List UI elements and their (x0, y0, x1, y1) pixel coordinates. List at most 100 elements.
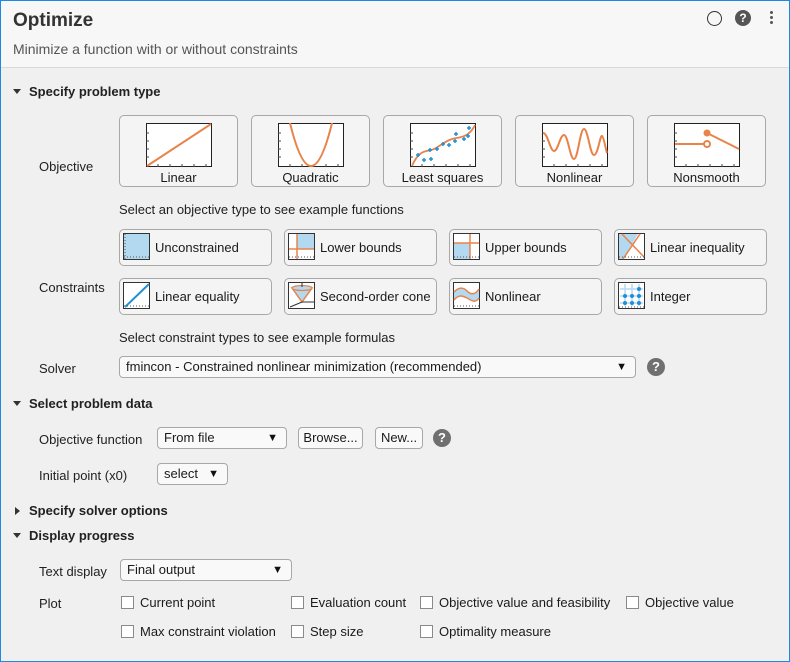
constraint-nonlinear-button[interactable]: Nonlinear (449, 278, 602, 315)
solver-help-icon[interactable]: ? (647, 358, 665, 376)
section-specify-solver-options[interactable]: Specify solver options (13, 503, 168, 518)
section-title: Select problem data (29, 396, 153, 411)
chevron-down-icon: ▼ (267, 432, 278, 444)
collapse-triangle-icon (13, 533, 21, 538)
constraint-linear-inequality-button[interactable]: Linear inequality (614, 229, 767, 266)
checkbox-label: Step size (310, 624, 364, 639)
objective-function-value: From file (164, 430, 215, 445)
checkbox-box[interactable] (291, 625, 304, 638)
checkbox-box[interactable] (420, 596, 433, 609)
objective-nonlinear-label: Nonlinear (546, 170, 603, 185)
text-display-value: Final output (127, 562, 195, 577)
nonsmooth-plot-icon (674, 123, 740, 167)
constraint-unconstrained-button[interactable]: Unconstrained (119, 229, 272, 266)
solver-label: Solver (39, 361, 76, 376)
solver-dropdown[interactable]: fmincon - Constrained nonlinear minimiza… (119, 356, 636, 378)
panel-title: Optimize (13, 10, 94, 31)
constraint-integer-button[interactable]: Integer (614, 278, 767, 315)
initial-point-dropdown[interactable]: select ▼ (157, 463, 228, 485)
chevron-down-icon: ▼ (616, 361, 627, 373)
checkbox-box[interactable] (420, 625, 433, 638)
plot-objective-value-checkbox[interactable]: Objective value (626, 595, 734, 610)
plot-label: Plot (39, 596, 62, 611)
constraint-second-order-cone-label: Second-order cone (320, 289, 431, 304)
least-squares-plot-icon (410, 123, 476, 167)
checkbox-label: Max constraint violation (140, 624, 276, 639)
checkbox-box[interactable] (291, 596, 304, 609)
objective-least-squares-label: Least squares (401, 170, 484, 185)
checkbox-box[interactable] (121, 596, 134, 609)
constraint-lower-bounds-button[interactable]: Lower bounds (284, 229, 437, 266)
collapse-triangle-icon (13, 89, 21, 94)
constraints-label: Constraints (39, 280, 105, 295)
unconstrained-icon (123, 233, 150, 260)
second-order-cone-icon (288, 282, 315, 309)
lower-bounds-icon (288, 233, 315, 260)
browse-button[interactable]: Browse... (298, 427, 363, 449)
upper-bounds-icon (453, 233, 480, 260)
linear-equality-icon (123, 282, 150, 309)
text-display-label: Text display (39, 564, 107, 579)
objective-linear-label: Linear (160, 170, 197, 185)
plot-current-point-checkbox[interactable]: Current point (121, 595, 215, 610)
more-options-icon[interactable] (763, 10, 779, 26)
status-circle-icon[interactable] (707, 11, 722, 26)
plot-step-size-checkbox[interactable]: Step size (291, 624, 363, 639)
constraint-second-order-cone-button[interactable]: Second-order cone (284, 278, 437, 315)
section-title: Specify solver options (29, 503, 168, 518)
text-display-dropdown[interactable]: Final output ▼ (120, 559, 292, 581)
plot-optimality-measure-checkbox[interactable]: Optimality measure (420, 624, 551, 639)
objective-quadratic-button[interactable]: Quadratic (251, 115, 370, 187)
panel-header: Optimize Minimize a function with or wit… (1, 1, 789, 68)
initial-point-label: Initial point (x0) (39, 468, 128, 483)
plot-evaluation-count-checkbox[interactable]: Evaluation count (291, 595, 406, 610)
checkbox-label: Optimality measure (439, 624, 551, 639)
constraint-upper-bounds-label: Upper bounds (485, 240, 567, 255)
section-title: Display progress (29, 528, 135, 543)
integer-icon (618, 282, 645, 309)
help-icon[interactable]: ? (735, 10, 751, 26)
objective-linear-button[interactable]: Linear (119, 115, 238, 187)
nonlinear-plot-icon (542, 123, 608, 167)
objective-label: Objective (39, 159, 94, 174)
checkbox-box[interactable] (626, 596, 639, 609)
objective-hint: Select an objective type to see example … (119, 202, 404, 217)
panel-subtitle: Minimize a function with or without cons… (13, 41, 298, 57)
checkbox-label: Objective value and feasibility (439, 595, 611, 610)
constraint-unconstrained-label: Unconstrained (155, 240, 239, 255)
chevron-down-icon: ▼ (272, 564, 283, 576)
initial-point-value: select (164, 466, 198, 481)
plot-objective-value-feasibility-checkbox[interactable]: Objective value and feasibility (420, 595, 610, 610)
nonlinear-constraint-icon (453, 282, 480, 309)
new-button[interactable]: New... (375, 427, 423, 449)
checkbox-box[interactable] (121, 625, 134, 638)
constraint-nonlinear-label: Nonlinear (485, 289, 541, 304)
optimize-task-panel: Optimize Minimize a function with or wit… (0, 0, 790, 662)
objective-nonsmooth-label: Nonsmooth (673, 170, 740, 185)
section-title: Specify problem type (29, 84, 161, 99)
checkbox-label: Objective value (645, 595, 734, 610)
chevron-down-icon: ▼ (208, 468, 219, 480)
objective-function-help-icon[interactable]: ? (433, 429, 451, 447)
objective-nonlinear-button[interactable]: Nonlinear (515, 115, 634, 187)
solver-dropdown-value: fmincon - Constrained nonlinear minimiza… (126, 359, 482, 374)
objective-function-dropdown[interactable]: From file ▼ (157, 427, 287, 449)
checkbox-label: Evaluation count (310, 595, 407, 610)
section-select-problem-data[interactable]: Select problem data (13, 396, 153, 411)
constraint-upper-bounds-button[interactable]: Upper bounds (449, 229, 602, 266)
constraints-hint: Select constraint types to see example f… (119, 330, 396, 345)
linear-inequality-icon (618, 233, 645, 260)
objective-least-squares-button[interactable]: Least squares (383, 115, 502, 187)
constraint-linear-equality-button[interactable]: Linear equality (119, 278, 272, 315)
constraint-linear-equality-label: Linear equality (155, 289, 240, 304)
constraint-integer-label: Integer (650, 289, 691, 304)
section-display-progress[interactable]: Display progress (13, 528, 135, 543)
constraint-lower-bounds-label: Lower bounds (320, 240, 402, 255)
constraint-linear-inequality-label: Linear inequality (650, 240, 745, 255)
objective-nonsmooth-button[interactable]: Nonsmooth (647, 115, 766, 187)
checkbox-label: Current point (140, 595, 216, 610)
objective-quadratic-label: Quadratic (282, 170, 339, 185)
collapse-triangle-icon (13, 401, 21, 406)
plot-max-constraint-violation-checkbox[interactable]: Max constraint violation (121, 624, 276, 639)
section-specify-problem-type[interactable]: Specify problem type (13, 84, 160, 99)
